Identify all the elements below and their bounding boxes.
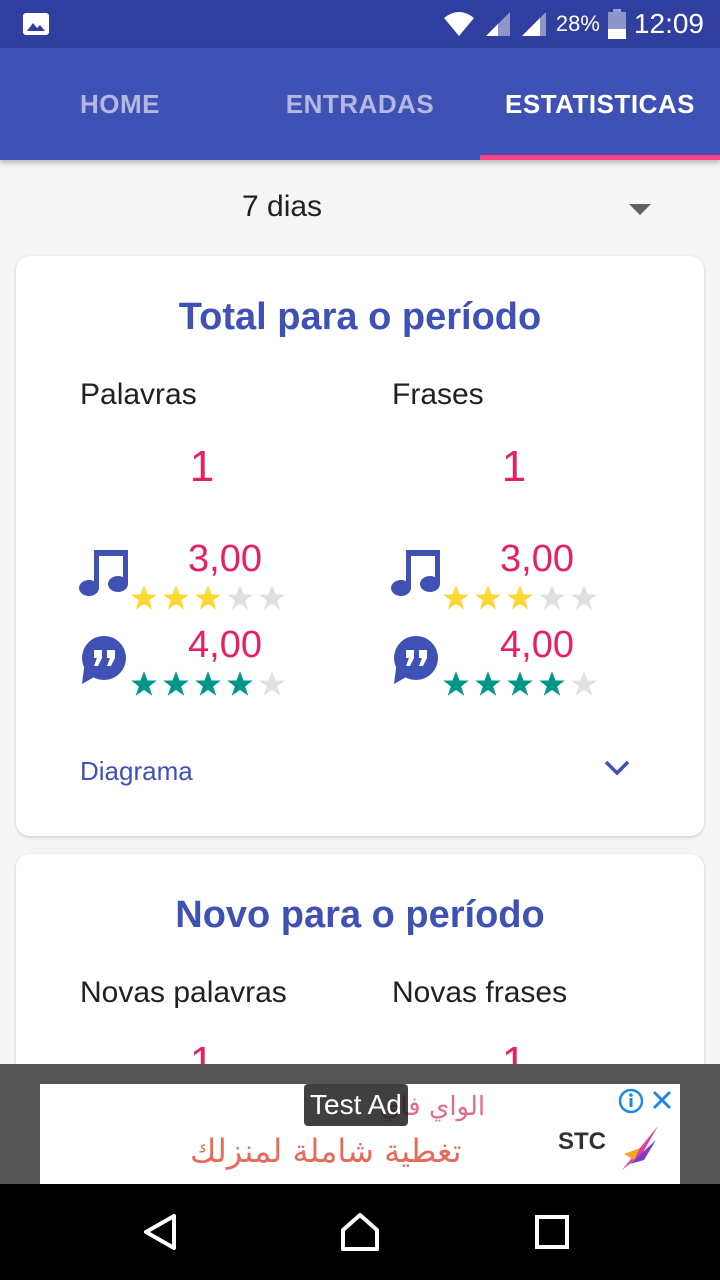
star-icon xyxy=(227,671,253,696)
star-icon xyxy=(539,671,565,696)
brand-logo-icon xyxy=(622,1126,658,1170)
star-icon xyxy=(571,585,597,610)
battery-percent: 28% xyxy=(555,11,600,36)
tab-indicator xyxy=(480,155,720,160)
dropdown-arrow-icon[interactable] xyxy=(629,204,651,215)
star-icon xyxy=(131,671,157,696)
words-speech-score: 4,00 xyxy=(188,624,262,666)
signal-icon xyxy=(485,12,510,36)
ad-area: الواي فاي تغطية شاملة لمنزلك STC Test Ad xyxy=(0,1064,720,1184)
close-icon[interactable] xyxy=(650,1088,674,1112)
speech-bubble-icon xyxy=(394,636,438,684)
star-icon xyxy=(195,671,221,696)
star-icon xyxy=(507,671,533,696)
star-icon xyxy=(131,585,157,610)
back-icon xyxy=(144,1214,176,1250)
chevron-down-icon[interactable] xyxy=(604,760,630,776)
tab-bar: HOME ENTRADAS ESTATISTICAS xyxy=(0,48,720,160)
star-icon xyxy=(475,585,501,610)
test-ad-badge: Test Ad xyxy=(304,1084,408,1126)
words-label: Palavras xyxy=(80,378,197,411)
music-note-icon xyxy=(391,550,440,596)
ad-brand-logo: STC xyxy=(558,1128,606,1155)
battery-icon xyxy=(607,9,626,39)
phrases-speech-stars xyxy=(442,670,598,698)
star-icon xyxy=(227,585,253,610)
diagram-toggle[interactable]: Diagrama xyxy=(80,756,193,787)
words-count: 1 xyxy=(189,442,215,491)
star-icon xyxy=(443,585,469,610)
phrases-audio-stars xyxy=(442,584,598,612)
new-phrases-label: Novas frases xyxy=(392,976,568,1009)
star-icon xyxy=(443,671,469,696)
navigation-bar xyxy=(0,1184,720,1280)
tab-home[interactable]: HOME xyxy=(0,48,240,160)
ad-tagline: تغطية شاملة لمنزلك xyxy=(190,1132,462,1170)
image-icon xyxy=(23,13,49,35)
star-icon xyxy=(259,671,285,696)
ad-banner[interactable]: الواي فاي تغطية شاملة لمنزلك STC Test Ad xyxy=(40,1084,680,1184)
period-dropdown[interactable]: 7 dias xyxy=(0,160,720,256)
new-card-title: Novo para o período xyxy=(175,894,545,936)
period-value: 7 dias xyxy=(242,190,323,223)
signal-icon xyxy=(521,12,546,36)
home-icon xyxy=(341,1213,379,1251)
recents-button[interactable] xyxy=(512,1184,592,1280)
words-audio-score: 3,00 xyxy=(188,538,262,580)
phrases-label: Frases xyxy=(392,378,484,411)
phrases-audio-score: 3,00 xyxy=(500,538,574,580)
phrases-count: 1 xyxy=(501,442,527,491)
total-card-title: Total para o período xyxy=(178,296,542,338)
total-card: Total para o período Palavras 1 3,00 4,0… xyxy=(16,256,704,836)
star-icon xyxy=(507,585,533,610)
words-speech-stars xyxy=(130,670,286,698)
star-icon xyxy=(259,585,285,610)
star-icon xyxy=(475,671,501,696)
star-icon xyxy=(571,671,597,696)
info-icon[interactable] xyxy=(618,1088,644,1114)
recents-icon xyxy=(535,1215,569,1249)
star-icon xyxy=(163,585,189,610)
back-button[interactable] xyxy=(120,1184,200,1280)
words-audio-stars xyxy=(130,584,286,612)
star-icon xyxy=(539,585,565,610)
new-words-label: Novas palavras xyxy=(80,976,287,1009)
clock: 12:09 xyxy=(633,8,704,39)
tab-estatisticas[interactable]: ESTATISTICAS xyxy=(480,48,720,160)
speech-bubble-icon xyxy=(82,636,126,684)
star-icon xyxy=(163,671,189,696)
tab-entradas[interactable]: ENTRADAS xyxy=(240,48,480,160)
phrases-speech-score: 4,00 xyxy=(500,624,574,666)
wifi-icon xyxy=(443,12,474,36)
home-button[interactable] xyxy=(320,1184,400,1280)
music-note-icon xyxy=(79,550,128,596)
star-icon xyxy=(195,585,221,610)
status-bar: 28% 12:09 xyxy=(0,0,720,48)
